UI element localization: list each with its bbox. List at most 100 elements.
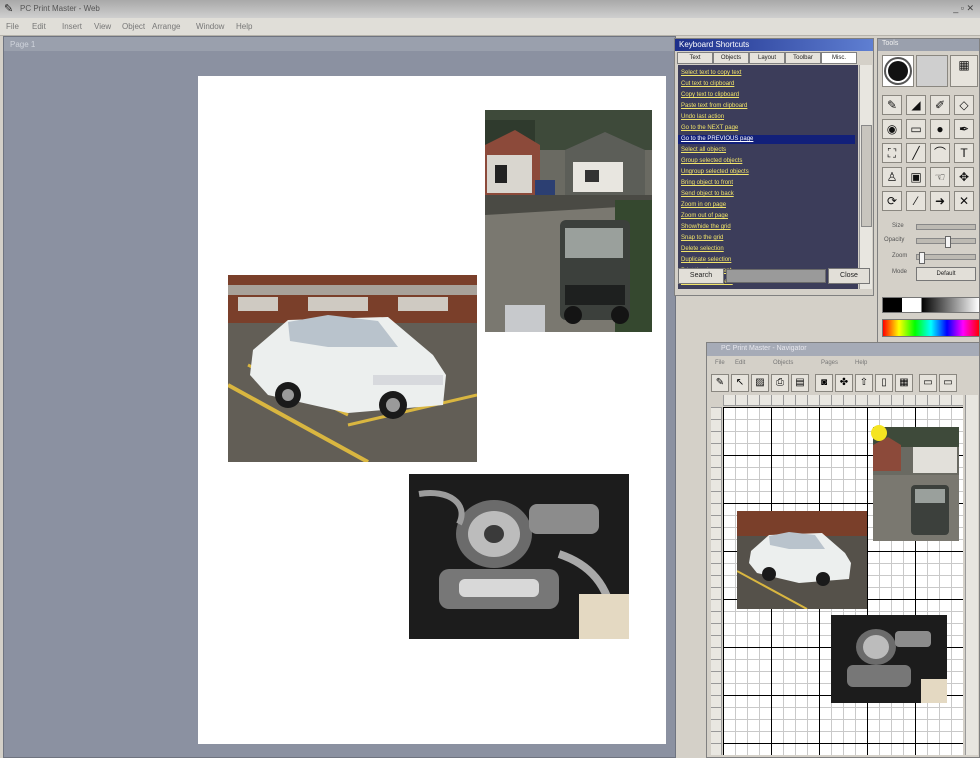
shortcut-list[interactable]: Select text to copy text Cut text to clip… — [678, 65, 858, 289]
photo-engine-bay[interactable] — [409, 474, 629, 639]
opacity-slider[interactable] — [916, 236, 976, 248]
select-icon[interactable]: ↖ — [731, 374, 749, 392]
menu-object[interactable]: Object — [122, 22, 145, 31]
shortcut-item[interactable]: Cut text to clipboard — [681, 80, 734, 89]
nav-thumb-car[interactable] — [737, 511, 867, 609]
transform-icon[interactable]: ✤ — [835, 374, 853, 392]
eraser-icon[interactable]: ◇ — [954, 95, 974, 115]
pencil-icon[interactable]: ✎ — [882, 95, 902, 115]
pencil-icon[interactable]: ✎ — [711, 374, 729, 392]
shortcut-item[interactable]: Paste text from clipboard — [681, 102, 747, 111]
zoom-slider[interactable] — [916, 252, 976, 264]
cancel-icon[interactable]: ✕ — [954, 191, 974, 211]
rotate-icon[interactable]: ⟳ — [882, 191, 902, 211]
layers-icon[interactable]: ▦ — [950, 55, 978, 87]
zoom-label: Zoom — [892, 253, 908, 259]
open-icon[interactable]: ▤ — [791, 374, 809, 392]
shortcut-item[interactable]: Snap to the grid — [681, 234, 723, 243]
shortcut-item[interactable]: Undo last action — [681, 113, 724, 122]
nav-menu-file[interactable]: File — [715, 360, 725, 366]
text-icon[interactable]: T — [954, 143, 974, 163]
menu-edit[interactable]: Edit — [32, 22, 46, 31]
shortcut-item[interactable]: Select all objects — [681, 146, 726, 155]
shortcut-item[interactable]: Ungroup selected objects — [681, 168, 749, 177]
tab-toolbar[interactable]: Toolbar — [785, 52, 821, 64]
tab-misc[interactable]: Misc. — [821, 52, 857, 64]
tab-text[interactable]: Text — [677, 52, 713, 64]
tab-layout[interactable]: Layout — [749, 52, 785, 64]
zoom-icon[interactable]: ▭ — [919, 374, 937, 392]
arrow-icon[interactable]: ➜ — [930, 191, 950, 211]
shortcut-item[interactable]: Duplicate selection — [681, 256, 731, 265]
image-icon[interactable]: ▨ — [751, 374, 769, 392]
close-button[interactable]: Close — [828, 268, 870, 284]
menu-arrange[interactable]: Arrange — [152, 22, 180, 31]
pen-icon[interactable]: ✒ — [954, 119, 974, 139]
shortcut-item[interactable]: Delete selection — [681, 245, 724, 254]
shortcut-item[interactable]: Copy text to clipboard — [681, 91, 739, 100]
shortcut-item[interactable]: Zoom in on page — [681, 201, 726, 210]
photo-white-convertible[interactable] — [228, 275, 477, 462]
menu-insert[interactable]: Insert — [62, 22, 82, 31]
menu-window[interactable]: Window — [196, 22, 224, 31]
brush-icon[interactable]: ✐ — [930, 95, 950, 115]
nav-menu-help[interactable]: Help — [855, 360, 867, 366]
grid-icon[interactable]: ▦ — [895, 374, 913, 392]
shortcut-item[interactable]: Go to the NEXT page — [681, 124, 738, 133]
up-icon[interactable]: ⇧ — [855, 374, 873, 392]
curve-icon[interactable]: ⌒ — [930, 143, 950, 163]
scrollbar-thumb[interactable] — [861, 125, 872, 227]
shortcut-item[interactable]: Show/hide the grid — [681, 223, 731, 232]
nav-menu-edit[interactable]: Edit — [735, 360, 745, 366]
stamp-icon[interactable]: ◉ — [882, 119, 902, 139]
shortcut-list-scrollbar[interactable] — [859, 65, 872, 289]
hand-icon[interactable]: ☜ — [930, 167, 950, 187]
shortcut-item[interactable]: Go to the PREVIOUS page — [678, 135, 855, 144]
nav-menu-pages[interactable]: Pages — [821, 360, 838, 366]
rectangle-icon[interactable]: ▭ — [906, 119, 926, 139]
line-icon[interactable]: ╱ — [906, 143, 926, 163]
color-palette[interactable] — [882, 319, 980, 337]
shortcut-item[interactable]: Select text to copy text — [681, 69, 741, 78]
vertical-ruler — [711, 407, 722, 755]
crop-icon[interactable]: ⛶ — [882, 143, 902, 163]
ellipse-icon[interactable]: ● — [930, 119, 950, 139]
kb-panel-footer: Search Close — [678, 268, 870, 284]
frame-icon[interactable]: ▣ — [906, 167, 926, 187]
navigator-scrollbar[interactable] — [965, 395, 978, 755]
photo-house-driveway[interactable] — [485, 110, 652, 332]
mode-button[interactable]: Default — [916, 267, 976, 281]
camera-icon[interactable]: ◙ — [815, 374, 833, 392]
fit-icon[interactable]: ▭ — [939, 374, 957, 392]
page-icon[interactable]: ▯ — [875, 374, 893, 392]
window-controls[interactable]: _ ▫ ✕ — [953, 3, 974, 14]
nav-thumb-house[interactable] — [873, 427, 959, 541]
menu-view[interactable]: View — [94, 22, 111, 31]
nav-menu-objects[interactable]: Objects — [773, 360, 793, 366]
texture-preview[interactable] — [916, 55, 948, 87]
menu-help[interactable]: Help — [236, 22, 252, 31]
menu-bar: File Edit Insert View Object Arrange Win… — [0, 18, 980, 36]
eyedropper-icon[interactable]: ⁄ — [906, 191, 926, 211]
kb-tabs: Text Objects Layout Toolbar Misc. — [677, 52, 871, 64]
size-slider[interactable] — [916, 224, 976, 230]
shortcut-item[interactable]: Send object to back — [681, 190, 734, 199]
shortcut-field[interactable] — [726, 269, 826, 283]
menu-file[interactable]: File — [6, 22, 19, 31]
fill-icon[interactable]: ♙ — [882, 167, 902, 187]
shortcut-item[interactable]: Group selected objects — [681, 157, 742, 166]
grayscale-palette[interactable] — [882, 297, 980, 313]
nav-thumb-engine[interactable] — [831, 615, 947, 703]
kb-panel-title-bar: Keyboard Shortcuts — [675, 39, 873, 51]
move-icon[interactable]: ✥ — [954, 167, 974, 187]
brush-preview[interactable] — [882, 55, 914, 87]
shortcut-item[interactable]: Bring object to front — [681, 179, 733, 188]
search-button[interactable]: Search — [678, 268, 724, 284]
navigator-grid-canvas[interactable] — [723, 407, 963, 755]
opacity-slider-knob[interactable] — [945, 236, 951, 248]
zoom-slider-knob[interactable] — [919, 252, 925, 264]
tab-objects[interactable]: Objects — [713, 52, 749, 64]
print-icon[interactable]: ⎙ — [771, 374, 789, 392]
triangle-icon[interactable]: ◢ — [906, 95, 926, 115]
shortcut-item[interactable]: Zoom out of page — [681, 212, 728, 221]
